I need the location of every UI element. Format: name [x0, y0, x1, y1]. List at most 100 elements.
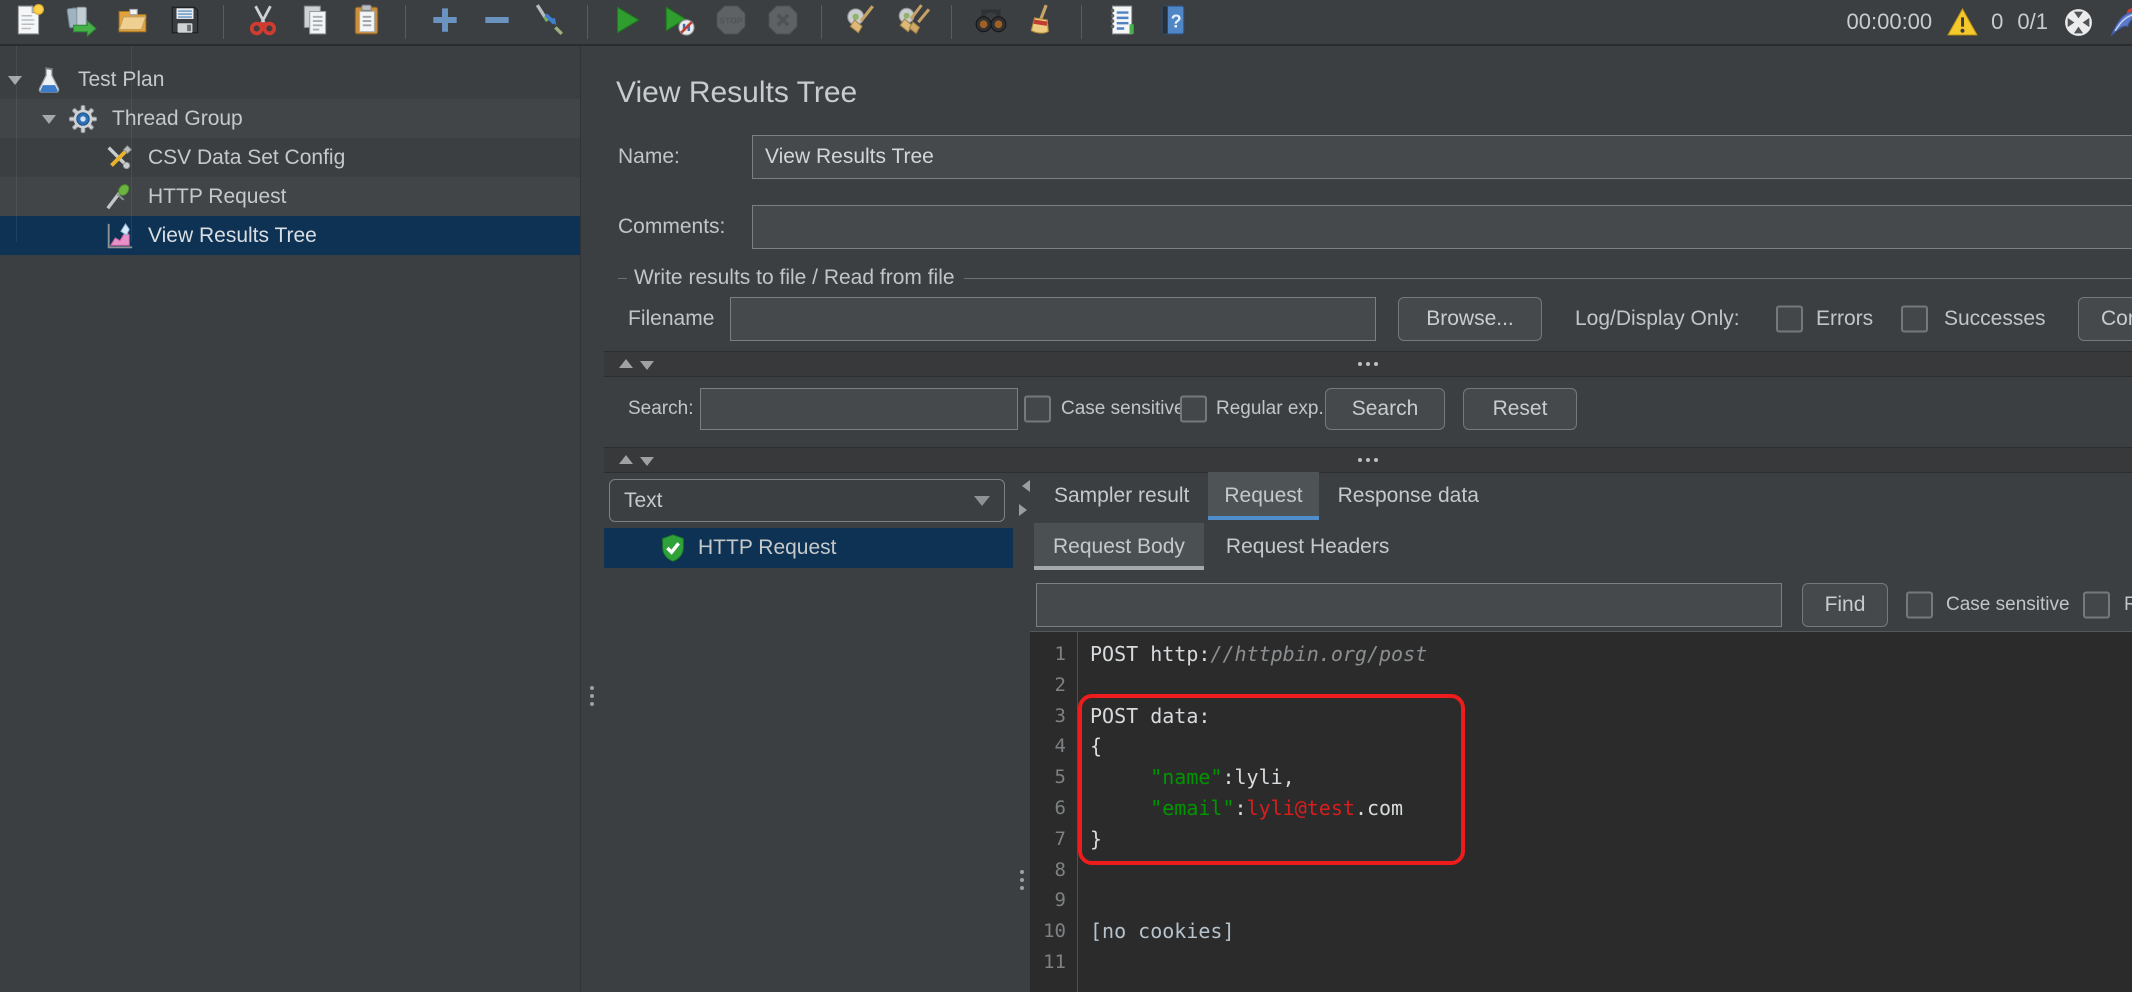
find-input[interactable] [1036, 583, 1782, 627]
templates-button[interactable] [62, 3, 99, 41]
help-icon: ? [1156, 3, 1190, 42]
reset-button[interactable]: Reset [1463, 388, 1577, 430]
line-number: 8 [1030, 855, 1077, 886]
line-number: 4 [1030, 731, 1077, 762]
clear-button[interactable] [842, 3, 879, 41]
warning-count: 0 [1991, 9, 2003, 35]
successes-checkbox[interactable] [1901, 306, 1928, 333]
toolbar-separator [405, 5, 406, 39]
tab-request[interactable]: Request [1208, 472, 1318, 520]
start-icon [610, 3, 644, 42]
search-regex-checkbox[interactable] [1180, 396, 1207, 423]
toolbar: STOP? 00:00:00 0 0/1 [0, 0, 2132, 46]
svg-text:?: ? [1170, 11, 1181, 31]
results-tree-pane: Text HTTP Request [604, 472, 1013, 992]
tree-item-thread-group[interactable]: Thread Group [0, 99, 580, 138]
start-no-pauses-button[interactable] [660, 3, 697, 41]
red-annotation-box [1078, 694, 1465, 865]
toolbar-separator [223, 5, 224, 39]
tree-item-test-plan[interactable]: Test Plan [0, 60, 580, 99]
collapse-down-icon[interactable] [640, 361, 654, 377]
line-number: 6 [1030, 793, 1077, 824]
results-detail-splitter[interactable] [1013, 472, 1030, 992]
comments-input[interactable] [752, 205, 2132, 249]
search-case-label[interactable]: Case sensitive [1061, 398, 1185, 420]
clear-all-icon [896, 3, 930, 42]
code-line: POST http://httpbin.org/post [1090, 639, 2132, 670]
successes-label[interactable]: Successes [1944, 307, 2046, 331]
search-button[interactable]: Search [1325, 388, 1445, 430]
test-plan-tree: Test PlanThread GroupCSV Data Set Config… [0, 46, 581, 992]
browse-button[interactable]: Browse... [1398, 297, 1542, 341]
filename-row: Filename Browse... Log/Display Only: Err… [604, 296, 2132, 342]
tree-item-view-results-tree[interactable]: View Results Tree [0, 216, 580, 255]
collapse-left-icon[interactable] [1016, 480, 1030, 492]
subtab-request-headers[interactable]: Request Headers [1207, 523, 1408, 570]
search-results-splitter[interactable] [604, 447, 2132, 473]
help-button[interactable]: ? [1154, 3, 1191, 41]
toolbar-separator [587, 5, 588, 39]
function-helper-button[interactable] [1102, 3, 1139, 41]
find-button[interactable]: Find [1802, 583, 1888, 627]
name-input[interactable] [752, 135, 2132, 179]
tab-sampler-result[interactable]: Sampler result [1038, 472, 1205, 520]
collapse-up-icon[interactable] [619, 352, 633, 368]
expand-arrow-icon[interactable] [42, 115, 56, 131]
toggle-button[interactable] [530, 3, 567, 41]
paste-button[interactable] [348, 3, 385, 41]
results-file-splitter[interactable] [604, 351, 2132, 377]
tree-item-csv-data-set-config[interactable]: CSV Data Set Config [0, 138, 580, 177]
find-regex-label[interactable]: R [2124, 594, 2132, 616]
save-button[interactable] [166, 3, 203, 41]
collapse-down-icon[interactable] [640, 457, 654, 473]
test-plan-icon [34, 65, 64, 95]
search-reset-button[interactable] [1024, 3, 1061, 41]
result-item-http-request[interactable]: HTTP Request [604, 528, 1013, 568]
splitter-collapse-arrows[interactable] [619, 361, 654, 368]
configure-button[interactable]: Con [2078, 297, 2132, 341]
view-mode-select[interactable]: Text [609, 479, 1005, 522]
comments-label: Comments: [618, 215, 752, 239]
page-title: View Results Tree [616, 76, 857, 110]
open-file-button[interactable] [114, 3, 151, 41]
errors-label[interactable]: Errors [1816, 307, 1873, 331]
search-regex-label[interactable]: Regular exp. [1216, 398, 1324, 420]
file-group-legend: Write results to file / Read from file [618, 264, 2132, 292]
warning-icon [1946, 6, 1979, 39]
log-errors-indicator[interactable]: 0 [1946, 6, 2003, 39]
add-icon [428, 3, 462, 42]
code-token: //httpbin.org/post [1210, 642, 1427, 666]
clear-all-button[interactable] [894, 3, 931, 41]
copy-button[interactable] [296, 3, 333, 41]
find-regex-checkbox[interactable] [2083, 592, 2110, 619]
remove-button[interactable] [478, 3, 515, 41]
start-button[interactable] [608, 3, 645, 41]
splitter-collapse-arrows[interactable] [619, 457, 654, 464]
tree-item-http-request[interactable]: HTTP Request [0, 177, 580, 216]
cut-button[interactable] [244, 3, 281, 41]
jmeter-logo-icon [2109, 6, 2132, 39]
thread-group-icon [68, 104, 98, 134]
search-case-checkbox[interactable] [1024, 396, 1051, 423]
tree-main-splitter[interactable] [580, 46, 604, 992]
add-button[interactable] [426, 3, 463, 41]
toolbar-separator [1081, 5, 1082, 39]
search-input[interactable] [700, 388, 1018, 430]
stop-button: STOP [712, 3, 749, 41]
find-case-label[interactable]: Case sensitive [1946, 594, 2070, 616]
collapse-up-icon[interactable] [619, 448, 633, 464]
errors-checkbox[interactable] [1776, 306, 1803, 333]
subtab-request-body[interactable]: Request Body [1034, 523, 1204, 570]
expand-arrow-icon[interactable] [8, 76, 22, 92]
new-file-button[interactable] [10, 3, 47, 41]
request-subtabs: Request BodyRequest Headers [1034, 523, 2132, 570]
shield-check-icon [658, 533, 688, 563]
search-button[interactable] [972, 3, 1009, 41]
view-results-tree-icon [104, 221, 134, 251]
name-label: Name: [618, 145, 752, 169]
tab-response-data[interactable]: Response data [1322, 472, 1495, 520]
find-case-checkbox[interactable] [1906, 592, 1933, 619]
filename-input[interactable] [730, 297, 1376, 341]
toggle-icon [532, 3, 566, 42]
function-helper-icon [1104, 3, 1138, 42]
